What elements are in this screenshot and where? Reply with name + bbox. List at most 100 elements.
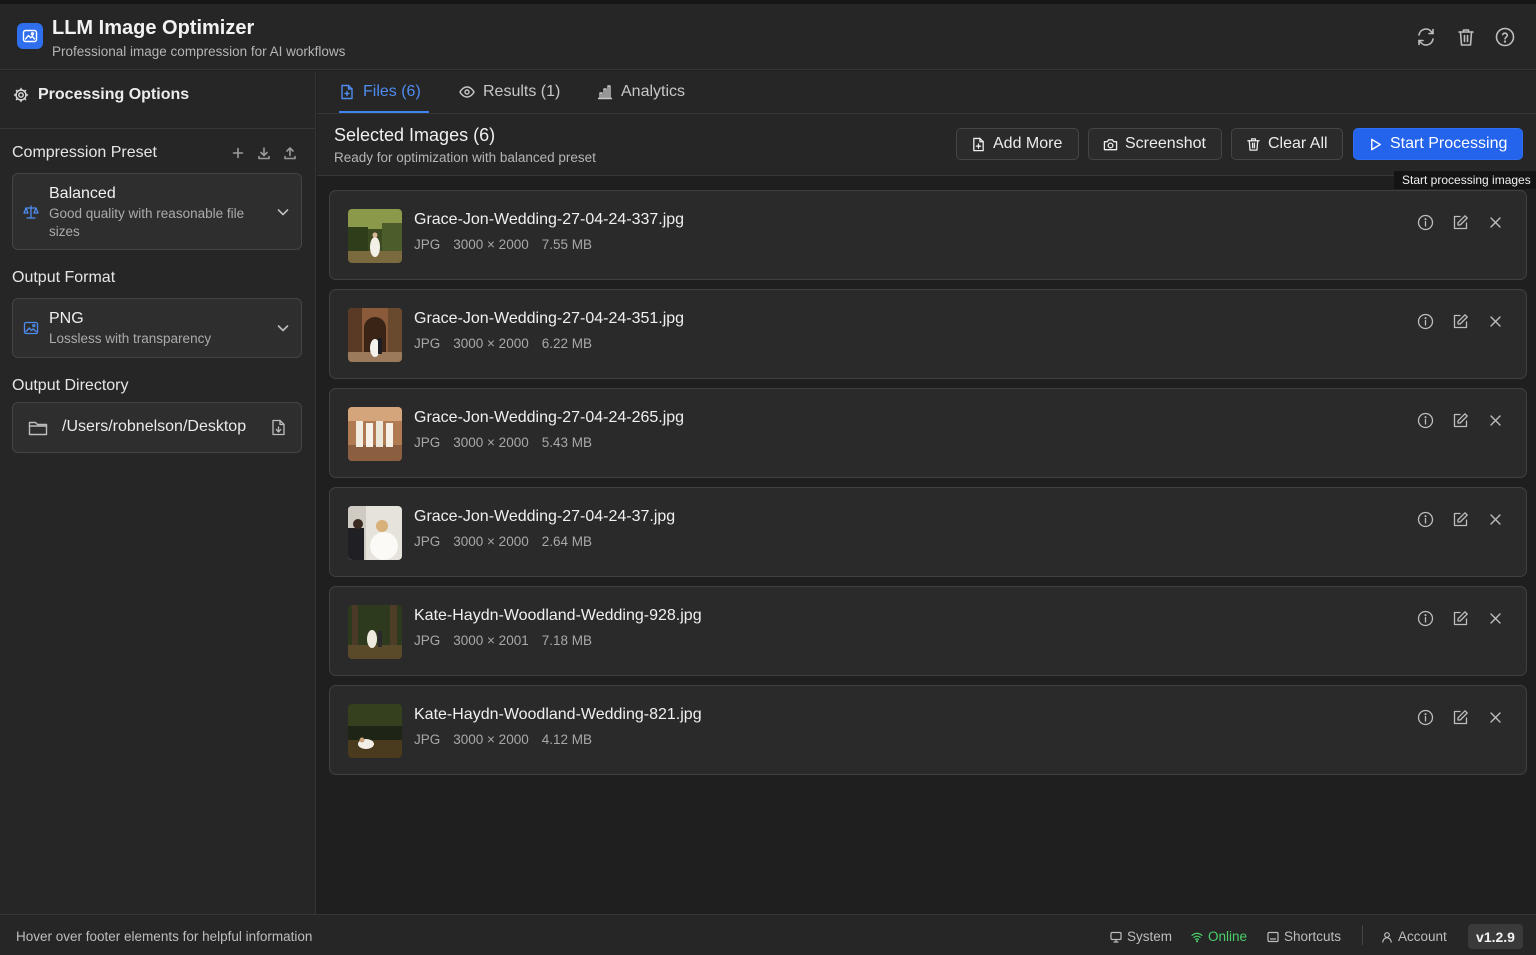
file-thumbnail (348, 506, 402, 560)
footer-account-label: Account (1398, 929, 1447, 944)
file-type: JPG (414, 633, 441, 648)
footer-status-label: Online (1208, 929, 1248, 944)
file-info-button[interactable] (1417, 709, 1434, 726)
app-title: LLM Image Optimizer (52, 17, 255, 39)
edit-icon (1453, 314, 1468, 329)
add-preset-button[interactable] (231, 146, 245, 160)
file-icon (341, 84, 353, 100)
file-edit-button[interactable] (1452, 511, 1469, 528)
file-remove-button[interactable] (1487, 709, 1504, 726)
output-directory-field[interactable]: /Users/robnelson/Desktop (12, 402, 302, 453)
file-size: 5.43 MB (541, 435, 592, 450)
main-tabs: Files (6) Results (1) Analytics (317, 71, 1536, 114)
edit-icon (1453, 413, 1468, 428)
sidebar-title: Processing Options (38, 86, 190, 103)
app-logo-icon (17, 23, 43, 49)
file-card: Grace-Jon-Wedding-27-04-24-265.jpg JPG 3… (329, 388, 1527, 478)
footer-account[interactable]: Account (1381, 929, 1447, 944)
choose-directory-button[interactable] (271, 419, 286, 436)
add-more-button[interactable]: Add More (956, 128, 1079, 160)
file-remove-button[interactable] (1487, 214, 1504, 231)
output-format-select[interactable]: PNG Lossless with transparency (12, 298, 302, 358)
close-icon (1490, 514, 1501, 525)
refresh-button[interactable] (1415, 26, 1437, 48)
close-icon (1490, 613, 1501, 624)
compression-preset-select[interactable]: Balanced Good quality with reasonable fi… (12, 173, 302, 250)
file-info-button[interactable] (1417, 610, 1434, 627)
file-remove-button[interactable] (1487, 610, 1504, 627)
compression-preset-label: Compression Preset (12, 144, 157, 161)
file-card: Kate-Haydn-Woodland-Wedding-928.jpg JPG … (329, 586, 1527, 676)
file-card: Grace-Jon-Wedding-27-04-24-37.jpg JPG 30… (329, 487, 1527, 577)
version-badge[interactable]: v1.2.9 (1468, 924, 1523, 949)
wifi-icon (1191, 932, 1203, 942)
delete-all-button[interactable] (1455, 26, 1477, 48)
file-size: 4.12 MB (541, 732, 592, 747)
file-size: 6.22 MB (541, 336, 592, 351)
file-meta: JPG 3000 × 2001 7.18 MB (414, 633, 592, 648)
import-preset-button[interactable] (257, 146, 271, 160)
file-dimensions: 3000 × 2000 (453, 534, 529, 549)
files-toolbar: Selected Images (6) Ready for optimizati… (317, 114, 1536, 176)
tab-files[interactable]: Files (6) (339, 71, 429, 113)
file-remove-button[interactable] (1487, 313, 1504, 330)
file-name: Grace-Jon-Wedding-27-04-24-37.jpg (414, 508, 676, 525)
file-edit-button[interactable] (1452, 610, 1469, 627)
tab-results[interactable]: Results (1) (459, 71, 560, 113)
help-button[interactable] (1494, 26, 1516, 48)
file-info-button[interactable] (1417, 511, 1434, 528)
file-info-button[interactable] (1417, 214, 1434, 231)
start-processing-tooltip: Start processing images (1394, 171, 1536, 189)
file-thumbnail (348, 209, 402, 263)
export-preset-button[interactable] (283, 146, 297, 160)
footer-hint: Hover over footer elements for helpful i… (16, 929, 313, 944)
file-edit-button[interactable] (1452, 412, 1469, 429)
status-footer: Hover over footer elements for helpful i… (0, 914, 1536, 955)
file-meta: JPG 3000 × 2000 5.43 MB (414, 435, 592, 450)
gear-icon (13, 87, 29, 103)
footer-shortcuts[interactable]: Shortcuts (1267, 929, 1341, 944)
edit-icon (1453, 710, 1468, 725)
monitor-icon (1110, 931, 1122, 943)
clear-all-label: Clear All (1268, 135, 1328, 152)
screenshot-label: Screenshot (1125, 135, 1206, 152)
help-icon (1495, 27, 1515, 47)
file-type: JPG (414, 435, 441, 450)
file-edit-button[interactable] (1452, 214, 1469, 231)
file-name: Grace-Jon-Wedding-27-04-24-265.jpg (414, 409, 685, 426)
file-size: 7.18 MB (541, 633, 592, 648)
info-icon (1417, 412, 1434, 429)
file-card: Grace-Jon-Wedding-27-04-24-337.jpg JPG 3… (329, 190, 1527, 280)
file-open-icon (272, 419, 285, 436)
file-card: Kate-Haydn-Woodland-Wedding-821.jpg JPG … (329, 685, 1527, 775)
file-dimensions: 3000 × 2000 (453, 237, 529, 252)
file-edit-button[interactable] (1452, 313, 1469, 330)
file-size: 2.64 MB (541, 534, 592, 549)
tab-analytics[interactable]: Analytics (597, 71, 685, 113)
clear-all-button[interactable]: Clear All (1231, 128, 1343, 160)
camera-icon (1103, 138, 1118, 150)
file-name: Kate-Haydn-Woodland-Wedding-821.jpg (414, 706, 702, 723)
balance-scale-icon (23, 204, 39, 220)
file-meta: JPG 3000 × 2000 6.22 MB (414, 336, 592, 351)
start-processing-button[interactable]: Start Processing (1353, 128, 1523, 160)
screenshot-button[interactable]: Screenshot (1088, 128, 1222, 160)
info-icon (1417, 610, 1434, 627)
sidebar-header: Processing Options (0, 71, 315, 129)
file-info-button[interactable] (1417, 412, 1434, 429)
footer-system[interactable]: System (1110, 929, 1172, 944)
chevron-down-icon (276, 321, 290, 335)
file-info-button[interactable] (1417, 313, 1434, 330)
file-edit-button[interactable] (1452, 709, 1469, 726)
file-remove-button[interactable] (1487, 412, 1504, 429)
chevron-down-icon (276, 205, 290, 219)
upload-icon (284, 147, 296, 160)
file-remove-button[interactable] (1487, 511, 1504, 528)
footer-online-status[interactable]: Online (1191, 929, 1247, 944)
tab-results-label: Results (1) (483, 83, 561, 100)
tab-files-label: Files (6) (363, 83, 421, 100)
file-name: Kate-Haydn-Woodland-Wedding-928.jpg (414, 607, 702, 624)
output-directory-path: /Users/robnelson/Desktop (62, 418, 247, 435)
info-icon (1417, 511, 1434, 528)
file-type: JPG (414, 237, 441, 252)
